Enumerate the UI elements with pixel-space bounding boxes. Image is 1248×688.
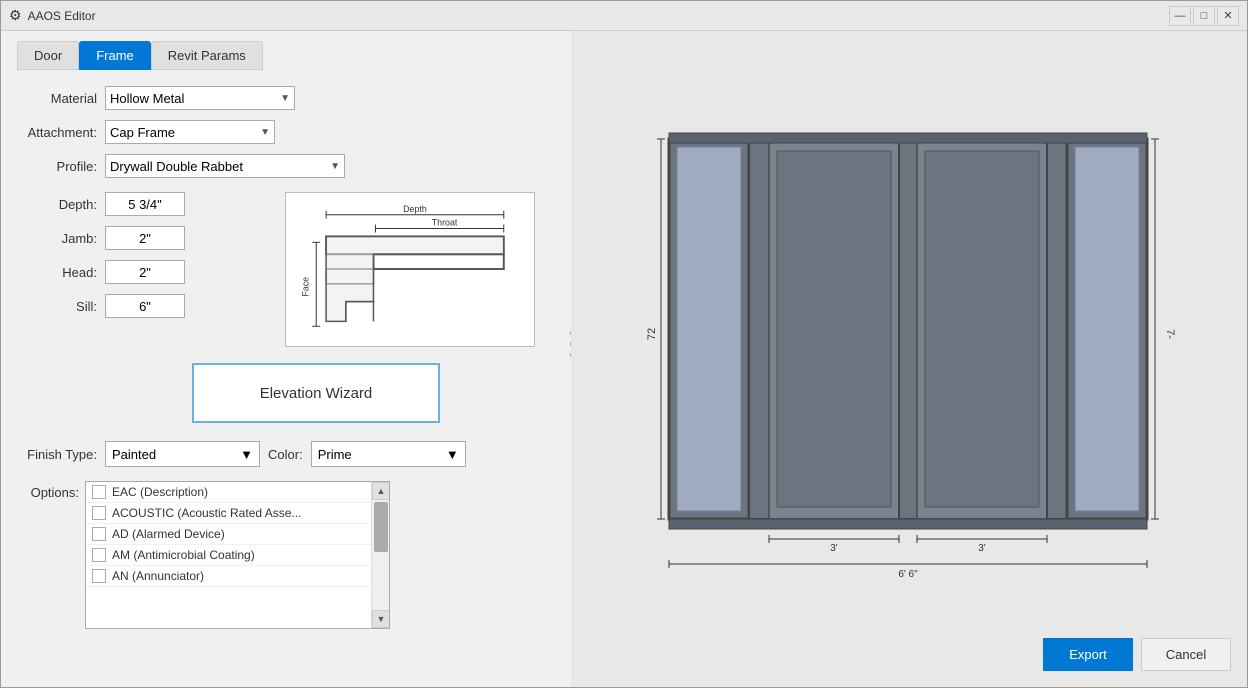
- material-row: Material Hollow Metal ▼: [17, 86, 555, 110]
- scroll-thumb[interactable]: [374, 502, 388, 552]
- head-input[interactable]: [105, 260, 185, 284]
- head-label: Head:: [17, 265, 97, 280]
- window-title: AAOS Editor: [28, 9, 96, 23]
- sill-input[interactable]: [105, 294, 185, 318]
- tab-frame[interactable]: Frame: [79, 41, 151, 70]
- tab-revit[interactable]: Revit Params: [151, 41, 263, 70]
- profile-select[interactable]: Drywall Double Rabbet ▼: [105, 154, 345, 178]
- option-checkbox-an[interactable]: [92, 569, 106, 583]
- dim-3-right-text: 3': [978, 543, 986, 554]
- profile-arrow-icon: ▼: [330, 161, 340, 172]
- finish-type-arrow-icon: ▼: [240, 447, 253, 462]
- option-item-ad[interactable]: AD (Alarmed Device): [86, 524, 371, 545]
- dim-72-text: 72: [646, 328, 658, 340]
- dim-66-text: 6' 6": [898, 569, 918, 580]
- option-checkbox-acoustic[interactable]: [92, 506, 106, 520]
- attachment-arrow-icon: ▼: [260, 127, 270, 138]
- bottom-bar: Export Cancel: [1043, 638, 1231, 671]
- scroll-track: [372, 500, 389, 610]
- main-window: ⚙ AAOS Editor — □ ✕ Door Frame Revit Par…: [0, 0, 1248, 688]
- tab-door[interactable]: Door: [17, 41, 79, 70]
- material-select[interactable]: Hollow Metal ▼: [105, 86, 295, 110]
- svg-text:Face: Face: [300, 277, 310, 297]
- material-label: Material: [17, 91, 97, 106]
- head-row: Head:: [17, 260, 185, 284]
- dim-7-text: 7-: [1164, 329, 1176, 339]
- jamb-label: Jamb:: [17, 231, 97, 246]
- option-item-am[interactable]: AM (Antimicrobial Coating): [86, 545, 371, 566]
- title-bar-left: ⚙ AAOS Editor: [9, 7, 96, 24]
- jamb-row: Jamb:: [17, 226, 185, 250]
- tab-bar: Door Frame Revit Params: [17, 41, 555, 70]
- material-arrow-icon: ▼: [280, 93, 290, 104]
- title-bar-controls: — □ ✕: [1169, 6, 1239, 26]
- minimize-button[interactable]: —: [1169, 6, 1191, 26]
- attachment-label: Attachment:: [17, 125, 97, 140]
- depth-row: Depth:: [17, 192, 185, 216]
- sill-row: Sill:: [17, 294, 185, 318]
- attachment-select[interactable]: Cap Frame ▼: [105, 120, 275, 144]
- color-arrow-icon: ▼: [446, 447, 459, 462]
- options-scrollbar[interactable]: ▲ ▼: [371, 482, 389, 628]
- option-item-an[interactable]: AN (Annunciator): [86, 566, 371, 587]
- option-item-acoustic[interactable]: ACOUSTIC (Acoustic Rated Asse...: [86, 503, 371, 524]
- depth-input[interactable]: [105, 192, 185, 216]
- options-list-container: EAC (Description) ACOUSTIC (Acoustic Rat…: [85, 481, 390, 629]
- svg-text:Throat: Throat: [432, 218, 458, 228]
- color-label: Color:: [268, 447, 303, 462]
- option-checkbox-ad[interactable]: [92, 527, 106, 541]
- svg-text:Depth: Depth: [403, 204, 427, 214]
- options-label: Options:: [17, 485, 79, 500]
- title-bar: ⚙ AAOS Editor — □ ✕: [1, 1, 1247, 31]
- close-button[interactable]: ✕: [1217, 6, 1239, 26]
- left-panel: Door Frame Revit Params Material Hollow …: [1, 31, 571, 687]
- profile-label: Profile:: [17, 159, 97, 174]
- options-list: EAC (Description) ACOUSTIC (Acoustic Rat…: [86, 482, 371, 628]
- door-elevation-svg: 72 7- 3' 3' 6' 6": [639, 109, 1179, 609]
- content-area: Door Frame Revit Params Material Hollow …: [1, 31, 1247, 687]
- maximize-button[interactable]: □: [1193, 6, 1215, 26]
- color-select[interactable]: Prime ▼: [311, 441, 466, 467]
- cancel-button[interactable]: Cancel: [1141, 638, 1231, 671]
- app-icon: ⚙: [9, 7, 22, 24]
- dim-3-left-text: 3': [830, 543, 838, 554]
- elevation-wizard-button[interactable]: Elevation Wizard: [192, 363, 440, 423]
- option-checkbox-eac[interactable]: [92, 485, 106, 499]
- export-button[interactable]: Export: [1043, 638, 1133, 671]
- scroll-down-button[interactable]: ▼: [372, 610, 390, 628]
- option-checkbox-am[interactable]: [92, 548, 106, 562]
- right-panel: 72 7- 3' 3' 6' 6": [571, 31, 1247, 687]
- finish-type-select[interactable]: Painted ▼: [105, 441, 260, 467]
- options-area: Options: EAC (Description) ACOUSTIC (Aco…: [17, 481, 555, 629]
- profile-diagram: Depth Throat Face: [285, 192, 535, 347]
- option-item-eac[interactable]: EAC (Description): [86, 482, 371, 503]
- scroll-up-button[interactable]: ▲: [372, 482, 390, 500]
- profile-row: Profile: Drywall Double Rabbet ▼: [17, 154, 555, 178]
- finish-type-label: Finish Type:: [17, 447, 97, 462]
- finish-row: Finish Type: Painted ▼ Color: Prime ▼: [17, 441, 555, 467]
- depth-label: Depth:: [17, 197, 97, 212]
- attachment-row: Attachment: Cap Frame ▼: [17, 120, 555, 144]
- sill-label: Sill:: [17, 299, 97, 314]
- jamb-input[interactable]: [105, 226, 185, 250]
